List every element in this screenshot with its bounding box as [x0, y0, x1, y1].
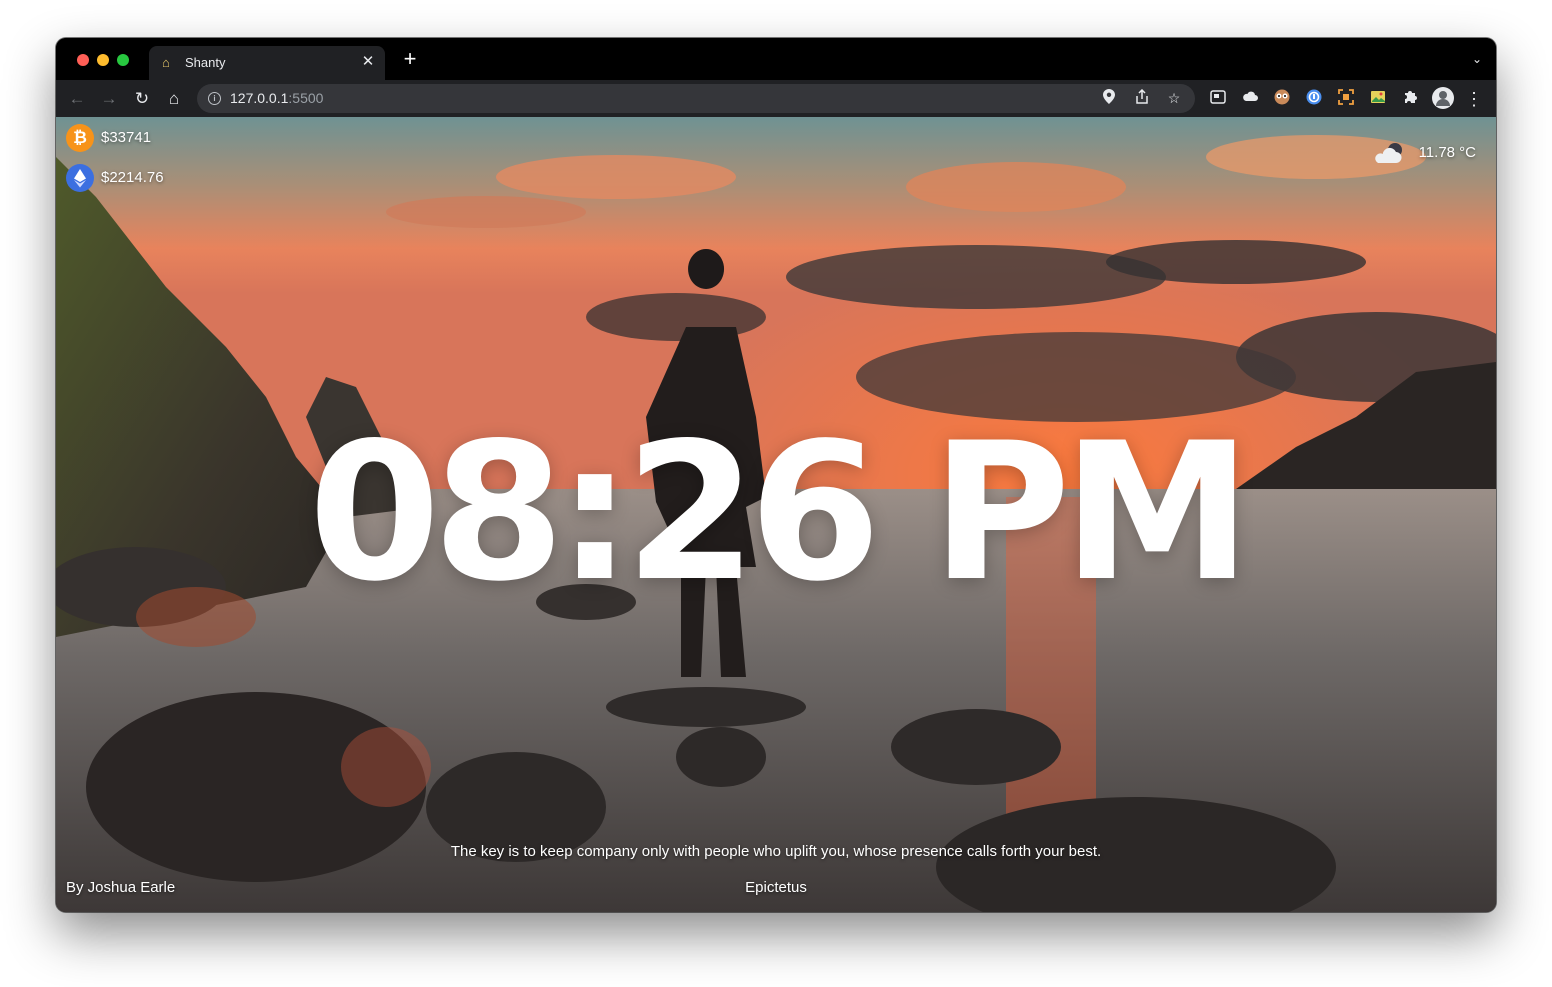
chevron-down-icon[interactable]: ⌄ [1472, 51, 1482, 67]
url-host: 127.0.0.1 [230, 90, 289, 106]
eyes-icon[interactable] [1274, 89, 1290, 105]
ethereum-price: $2214.76 [101, 169, 164, 186]
photo-credit: By Joshua Earle [66, 879, 176, 896]
address-bar[interactable]: i 127.0.0.1:5500 ☆ [197, 84, 1195, 113]
bookmark-star-icon[interactable]: ☆ [1165, 89, 1183, 107]
browser-window: ⌂ Shanty ✕ + ⌄ ← → ↻ ⌂ i 127.0.0.1:5500 … [56, 38, 1496, 912]
quote-text: The key is to keep company only with peo… [450, 843, 1102, 860]
url-text: 127.0.0.1:5500 [230, 90, 323, 107]
close-window-button[interactable] [77, 54, 89, 66]
more-menu-icon[interactable]: ⋮ [1465, 88, 1483, 110]
location-icon[interactable] [1100, 89, 1118, 107]
weather-temperature: 11.78 °C [1418, 144, 1476, 161]
bitcoin-icon: ₿ [66, 124, 94, 152]
cloudy-night-icon [1372, 141, 1406, 165]
image-icon[interactable] [1370, 89, 1386, 105]
weather-widget: 11.78 °C [1366, 141, 1476, 165]
tab-shanty[interactable]: ⌂ Shanty ✕ [149, 46, 385, 80]
new-tab-button[interactable]: + [399, 48, 421, 70]
reader-icon[interactable] [1210, 89, 1226, 105]
quote-author: Epictetus [745, 879, 807, 896]
cloud-icon[interactable] [1242, 89, 1258, 105]
tab-strip: ⌂ Shanty ✕ + ⌄ [56, 38, 1496, 80]
reload-button[interactable]: ↻ [131, 88, 153, 110]
profile-icon[interactable] [1432, 87, 1454, 109]
shanty-page: ₿ $33741 $2214.76 11.78 °C 08:26 PM The … [56, 117, 1496, 912]
tab-title: Shanty [185, 55, 226, 70]
back-button[interactable]: ← [66, 88, 88, 110]
puzzle-icon[interactable] [1402, 89, 1418, 105]
home-button[interactable]: ⌂ [163, 88, 185, 110]
site-info-icon[interactable]: i [208, 92, 221, 105]
maximize-window-button[interactable] [117, 54, 129, 66]
close-tab-icon[interactable]: ✕ [359, 53, 377, 71]
house-icon: ⌂ [162, 55, 170, 70]
share-icon[interactable] [1133, 88, 1151, 107]
forward-button[interactable]: → [98, 88, 120, 110]
ethereum-icon [66, 164, 94, 192]
minimize-window-button[interactable] [97, 54, 109, 66]
bitcoin-price: $33741 [101, 129, 152, 146]
clock-time: 08:26 PM [308, 402, 1251, 623]
password-icon[interactable] [1306, 89, 1322, 105]
browser-toolbar: ← → ↻ ⌂ i 127.0.0.1:5500 ☆ ⋮ [56, 80, 1496, 117]
capture-icon[interactable] [1338, 89, 1354, 105]
url-port: :5500 [288, 90, 324, 106]
